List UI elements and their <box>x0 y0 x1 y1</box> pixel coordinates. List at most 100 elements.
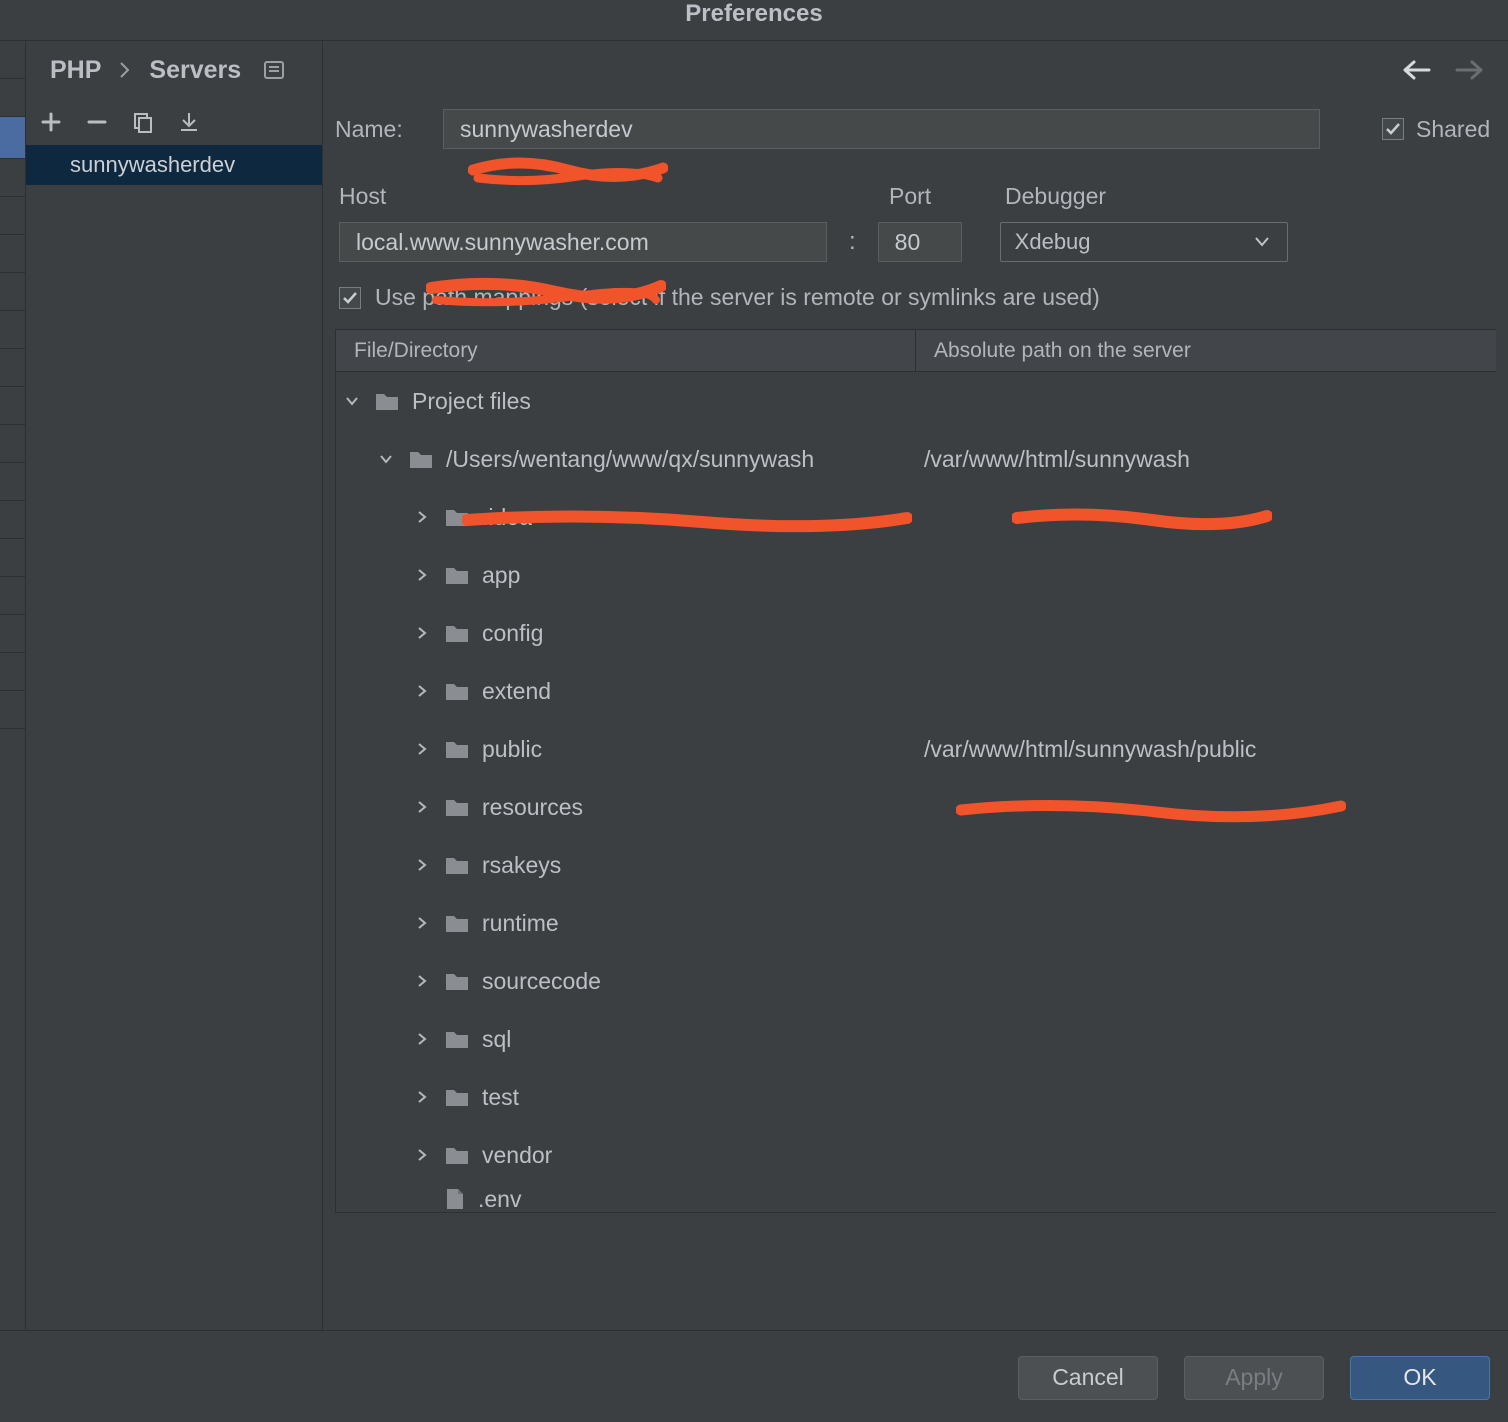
category-notch[interactable] <box>0 577 25 615</box>
name-label: Name: <box>335 116 415 143</box>
chevron-right-icon[interactable] <box>414 799 436 815</box>
category-notch-active[interactable] <box>0 117 25 159</box>
tree-folder[interactable]: config <box>336 604 1496 662</box>
tree-root[interactable]: Project files <box>336 372 1496 430</box>
category-notch[interactable] <box>0 311 25 349</box>
tree-label: .env <box>478 1186 521 1213</box>
category-notch[interactable] <box>0 159 25 197</box>
folder-icon <box>374 390 400 412</box>
tree-folder[interactable]: public /var/www/html/sunnywash/public <box>336 720 1496 778</box>
category-notch[interactable] <box>0 539 25 577</box>
tree-label: extend <box>482 678 551 705</box>
folder-icon <box>444 970 470 992</box>
server-path-value[interactable]: /var/www/html/sunnywash/public <box>924 736 1256 763</box>
ok-button[interactable]: OK <box>1350 1356 1490 1400</box>
host-input[interactable] <box>339 222 827 262</box>
folder-icon <box>444 622 470 644</box>
chevron-right-icon[interactable] <box>414 509 436 525</box>
category-notch[interactable] <box>0 425 25 463</box>
chevron-right-icon[interactable] <box>414 625 436 641</box>
tree-label: Project files <box>412 388 531 415</box>
port-input[interactable] <box>878 222 962 262</box>
category-notch[interactable] <box>0 691 25 729</box>
forward-icon[interactable] <box>1454 59 1484 81</box>
server-list-item[interactable]: sunnywasherdev <box>26 145 322 185</box>
tree-folder[interactable]: rsakeys <box>336 836 1496 894</box>
category-notch[interactable] <box>0 79 25 117</box>
category-notch[interactable] <box>0 501 25 539</box>
breadcrumb: PHP Servers <box>26 41 322 99</box>
tree-folder[interactable]: .idea <box>336 488 1496 546</box>
category-notch[interactable] <box>0 463 25 501</box>
category-notch[interactable] <box>0 41 25 79</box>
tree-folder[interactable]: test <box>336 1068 1496 1126</box>
server-toolbar <box>26 99 322 145</box>
tree-label: /Users/wentang/www/qx/sunnywash <box>446 446 814 473</box>
breadcrumb-leaf[interactable]: Servers <box>149 56 241 85</box>
copy-icon[interactable] <box>132 111 154 133</box>
apply-button[interactable]: Apply <box>1184 1356 1324 1400</box>
add-icon[interactable] <box>40 111 62 133</box>
category-notch[interactable] <box>0 387 25 425</box>
tree-label: sql <box>482 1026 511 1053</box>
chevron-down-icon <box>1255 237 1269 247</box>
tree-folder[interactable]: sql <box>336 1010 1496 1068</box>
header-server-path: Absolute path on the server <box>934 339 1191 363</box>
remove-icon[interactable] <box>86 111 108 133</box>
tree-folder[interactable]: app <box>336 546 1496 604</box>
folder-icon <box>444 854 470 876</box>
category-notch[interactable] <box>0 349 25 387</box>
use-path-mappings-checkbox[interactable] <box>339 287 361 309</box>
server-path-value[interactable]: /var/www/html/sunnywash <box>924 446 1190 473</box>
tree-file[interactable]: .env <box>336 1184 1496 1212</box>
tree-label: app <box>482 562 520 589</box>
tree-label: resources <box>482 794 583 821</box>
breadcrumb-root[interactable]: PHP <box>50 56 101 85</box>
import-icon[interactable] <box>178 111 200 133</box>
folder-icon <box>408 448 434 470</box>
tree-project[interactable]: /Users/wentang/www/qx/sunnywash /var/www… <box>336 430 1496 488</box>
options-icon[interactable] <box>263 60 285 80</box>
tree-folder[interactable]: extend <box>336 662 1496 720</box>
connection-labels: Host Port Debugger <box>335 183 1496 210</box>
tree-label: sourcecode <box>482 968 601 995</box>
chevron-down-icon[interactable] <box>378 451 400 467</box>
category-notch[interactable] <box>0 235 25 273</box>
name-input[interactable] <box>443 109 1320 149</box>
chevron-right-icon[interactable] <box>414 1031 436 1047</box>
shared-checkbox[interactable] <box>1382 118 1404 140</box>
tree-folder[interactable]: resources <box>336 778 1496 836</box>
cancel-button[interactable]: Cancel <box>1018 1356 1158 1400</box>
tree-label: rsakeys <box>482 852 561 879</box>
chevron-right-icon[interactable] <box>414 683 436 699</box>
file-icon <box>444 1187 466 1211</box>
folder-icon <box>444 1144 470 1166</box>
debugger-label: Debugger <box>1005 183 1106 210</box>
use-path-mappings-label: Use path mappings (select if the server … <box>375 284 1100 311</box>
chevron-down-icon[interactable] <box>344 393 366 409</box>
folder-icon <box>444 1028 470 1050</box>
folder-icon <box>444 912 470 934</box>
chevron-right-icon[interactable] <box>414 915 436 931</box>
folder-icon <box>444 680 470 702</box>
tree-folder[interactable]: sourcecode <box>336 952 1496 1010</box>
back-icon[interactable] <box>1402 59 1432 81</box>
category-notch[interactable] <box>0 653 25 691</box>
category-notch[interactable] <box>0 273 25 311</box>
chevron-right-icon[interactable] <box>414 567 436 583</box>
connection-inputs: : Xdebug <box>335 222 1496 262</box>
category-notch[interactable] <box>0 197 25 235</box>
chevron-right-icon[interactable] <box>414 1089 436 1105</box>
chevron-right-icon[interactable] <box>414 973 436 989</box>
chevron-right-icon[interactable] <box>414 1147 436 1163</box>
tree-label: runtime <box>482 910 559 937</box>
path-mapping-table: File/Directory Absolute path on the serv… <box>335 329 1496 1213</box>
chevron-right-icon[interactable] <box>414 741 436 757</box>
category-notch[interactable] <box>0 615 25 653</box>
tree-folder[interactable]: vendor <box>336 1126 1496 1184</box>
tree-folder[interactable]: runtime <box>336 894 1496 952</box>
chevron-right-icon[interactable] <box>414 857 436 873</box>
debugger-select[interactable]: Xdebug <box>1000 222 1288 262</box>
chevron-right-icon <box>119 62 131 78</box>
category-strip <box>0 41 26 1330</box>
